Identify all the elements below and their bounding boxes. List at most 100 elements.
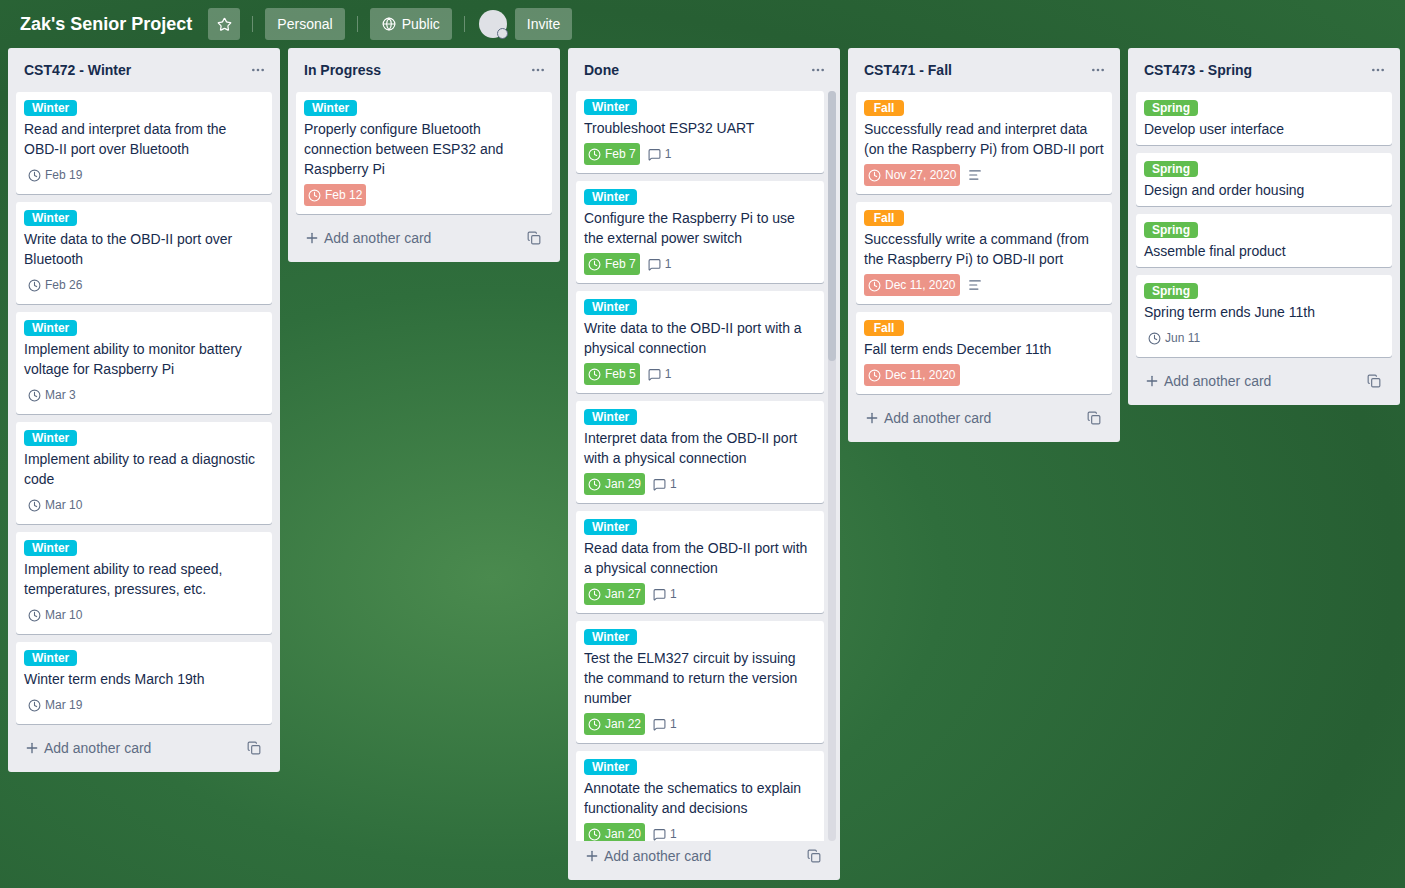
due-date-badge[interactable]: Mar 19	[24, 694, 86, 716]
card-label[interactable]: Winter	[24, 540, 77, 556]
card-label[interactable]: Spring	[1144, 283, 1198, 299]
list-header: In Progress	[288, 48, 560, 92]
scrollbar-thumb[interactable]	[828, 91, 836, 361]
list-title[interactable]: CST473 - Spring	[1144, 62, 1252, 78]
list-menu-button[interactable]	[1364, 58, 1392, 82]
list-header: CST471 - Fall	[848, 48, 1120, 92]
due-date-badge[interactable]: Nov 27, 2020	[864, 164, 960, 186]
list-title[interactable]: Done	[584, 62, 619, 78]
card[interactable]: WinterImplement ability to read a diagno…	[16, 422, 272, 524]
board-title[interactable]: Zak's Senior Project	[8, 8, 204, 40]
card[interactable]: WinterTroubleshoot ESP32 UARTFeb 71	[576, 91, 824, 173]
due-date-badge[interactable]: Jan 20	[584, 823, 645, 840]
due-date-badge[interactable]: Feb 26	[24, 274, 86, 296]
card[interactable]: SpringSpring term ends June 11thJun 11	[1136, 275, 1392, 357]
list-menu-button[interactable]	[244, 58, 272, 82]
team-button[interactable]: Personal	[265, 8, 344, 40]
list-menu-button[interactable]	[524, 58, 552, 82]
due-date-badge[interactable]: Feb 5	[584, 363, 640, 385]
due-date-badge[interactable]: Dec 11, 2020	[864, 364, 960, 386]
list-menu-button[interactable]	[804, 58, 832, 82]
card-label[interactable]: Winter	[584, 299, 637, 315]
card-label[interactable]: Fall	[864, 210, 904, 226]
create-from-template-button[interactable]	[240, 736, 268, 760]
card[interactable]: WinterImplement ability to monitor batte…	[16, 312, 272, 414]
card-label[interactable]: Spring	[1144, 161, 1198, 177]
card[interactable]: WinterWrite data to the OBD-II port over…	[16, 202, 272, 304]
create-from-template-button[interactable]	[520, 226, 548, 250]
plus-icon	[304, 230, 320, 246]
card-label[interactable]: Winter	[584, 759, 637, 775]
card-title: Successfully read and interpret data (on…	[864, 119, 1104, 159]
card-label[interactable]: Winter	[584, 99, 637, 115]
due-date-badge[interactable]: Jan 27	[584, 583, 645, 605]
card[interactable]: WinterInterpret data from the OBD-II por…	[576, 401, 824, 503]
invite-button[interactable]: Invite	[515, 8, 572, 40]
card-badges: Jun 11	[1144, 327, 1384, 349]
more-icon	[250, 62, 266, 78]
add-card-button[interactable]: Add another card	[16, 732, 272, 764]
card-badges: Mar 3	[24, 384, 264, 406]
card-label[interactable]: Winter	[24, 320, 77, 336]
due-date-badge[interactable]: Jun 11	[1144, 327, 1204, 349]
template-icon	[807, 849, 821, 863]
create-from-template-button[interactable]	[1360, 369, 1388, 393]
card[interactable]: WinterWrite data to the OBD-II port with…	[576, 291, 824, 393]
create-from-template-button[interactable]	[1080, 406, 1108, 430]
list-menu-button[interactable]	[1084, 58, 1112, 82]
card[interactable]: FallSuccessfully write a command (from t…	[856, 202, 1112, 304]
due-date-badge[interactable]: Feb 7	[584, 143, 640, 165]
card-label[interactable]: Winter	[24, 210, 77, 226]
due-date-badge[interactable]: Jan 22	[584, 713, 645, 735]
due-date-badge[interactable]: Mar 10	[24, 494, 86, 516]
card[interactable]: Winter Configure the Raspberry Pi to use …	[576, 181, 824, 283]
list-title[interactable]: CST471 - Fall	[864, 62, 952, 78]
card[interactable]: WinterTest the ELM327 circuit by issuing…	[576, 621, 824, 743]
card[interactable]: WinterImplement ability to read speed, t…	[16, 532, 272, 634]
card-label[interactable]: Winter	[304, 100, 357, 116]
due-date-badge[interactable]: Feb 19	[24, 164, 86, 186]
list-title[interactable]: In Progress	[304, 62, 381, 78]
visibility-button[interactable]: Public	[370, 8, 452, 40]
card-label[interactable]: Winter	[584, 519, 637, 535]
due-date-badge[interactable]: Mar 10	[24, 604, 86, 626]
member-avatar[interactable]	[479, 10, 507, 38]
list-header: Done	[568, 48, 840, 91]
card-label[interactable]: Winter	[584, 629, 637, 645]
card-label[interactable]: Winter	[24, 650, 77, 666]
card-title: Configure the Raspberry Pi to use the ex…	[584, 208, 816, 248]
list-title[interactable]: CST472 - Winter	[24, 62, 131, 78]
card-label[interactable]: Spring	[1144, 222, 1198, 238]
add-card-button[interactable]: Add another card	[296, 222, 552, 254]
card-label[interactable]: Winter	[24, 430, 77, 446]
add-card-button[interactable]: Add another card	[1136, 365, 1392, 397]
card-label[interactable]: Fall	[864, 100, 904, 116]
card[interactable]: SpringDesign and order housing	[1136, 153, 1392, 206]
star-button[interactable]	[208, 8, 240, 40]
due-date-badge[interactable]: Jan 29	[584, 473, 645, 495]
add-card-button[interactable]: Add another card	[856, 402, 1112, 434]
card[interactable]: WinterAnnotate the schematics to explain…	[576, 751, 824, 840]
card[interactable]: WinterRead data from the OBD-II port wit…	[576, 511, 824, 613]
card-label[interactable]: Spring	[1144, 100, 1198, 116]
card-label[interactable]: Winter	[24, 100, 77, 116]
due-date-badge[interactable]: Feb 12	[304, 184, 366, 206]
card[interactable]: SpringDevelop user interface	[1136, 92, 1392, 145]
clock-icon	[868, 369, 881, 382]
due-date-badge[interactable]: Feb 7	[584, 253, 640, 275]
add-card-button[interactable]: Add another card	[576, 841, 832, 872]
plus-icon	[584, 848, 600, 864]
card-label[interactable]: Fall	[864, 320, 904, 336]
card[interactable]: WinterProperly configure Bluetooth conne…	[296, 92, 552, 214]
card[interactable]: WinterWinter term ends March 19thMar 19	[16, 642, 272, 724]
card[interactable]: Fall Successfully read and interpret data…	[856, 92, 1112, 194]
due-date-badge[interactable]: Dec 11, 2020	[864, 274, 960, 296]
card[interactable]: WinterRead and interpret data from the O…	[16, 92, 272, 194]
card[interactable]: SpringAssemble final product	[1136, 214, 1392, 267]
scrollbar[interactable]	[828, 91, 836, 840]
card-label[interactable]: Winter	[584, 409, 637, 425]
card[interactable]: FallFall term ends December 11thDec 11, …	[856, 312, 1112, 394]
due-date-badge[interactable]: Mar 3	[24, 384, 80, 406]
create-from-template-button[interactable]	[800, 844, 828, 868]
card-label[interactable]: Winter	[584, 189, 637, 205]
